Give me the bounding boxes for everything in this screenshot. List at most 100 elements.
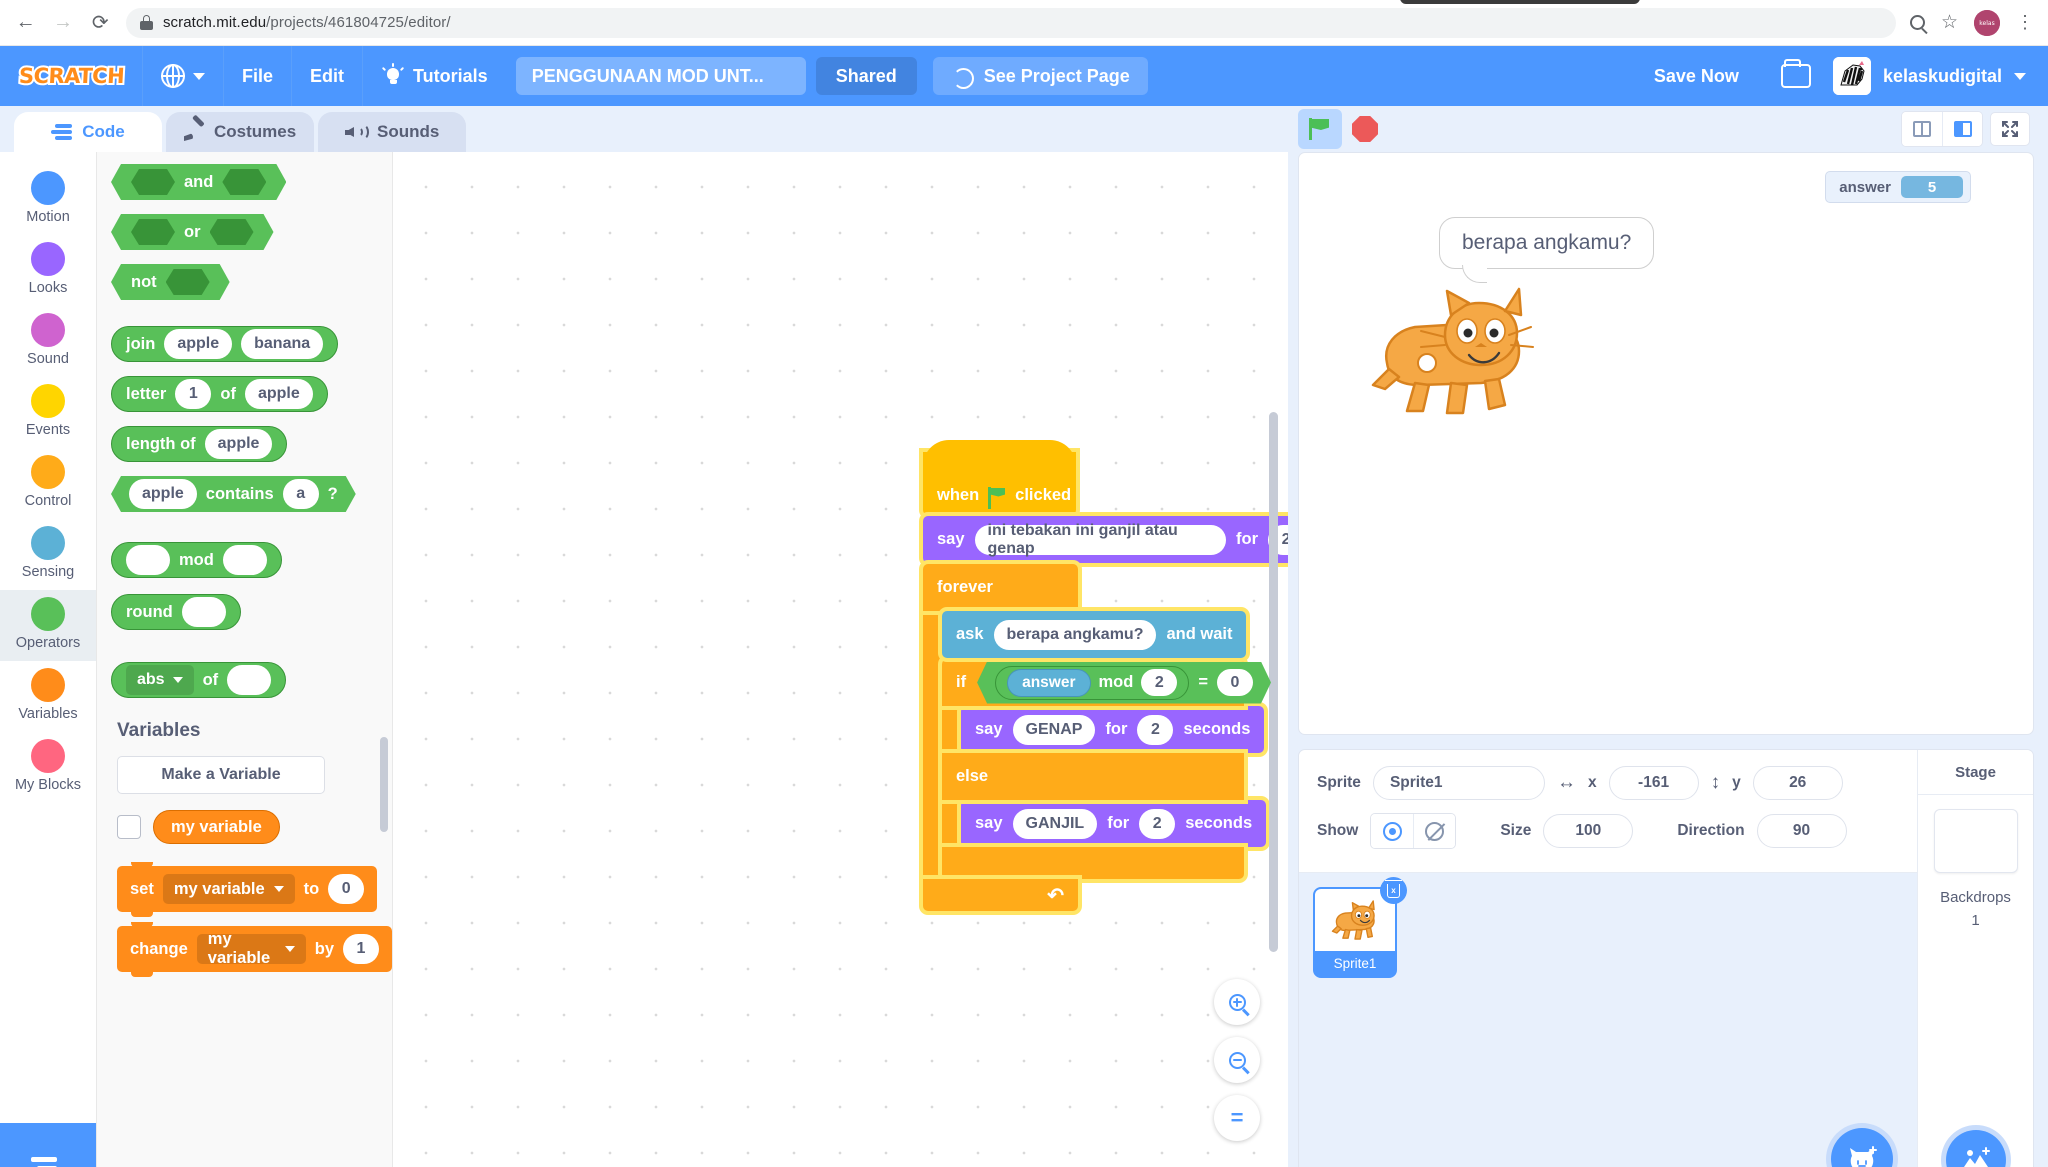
script-stack[interactable]: when clicked say ini tebakan ini ganjil … xyxy=(923,452,1288,911)
zoom-reset-button[interactable]: = xyxy=(1214,1095,1260,1141)
sprite-name-input[interactable]: Sprite1 xyxy=(1373,766,1545,800)
block-palette[interactable]: and or not join app xyxy=(96,152,392,1167)
reload-icon[interactable]: ⟳ xyxy=(89,8,112,38)
set-variable-block[interactable]: set my variable to 0 xyxy=(117,866,377,912)
change-variable-dropdown[interactable]: my variable xyxy=(197,934,306,964)
sidebar-item-motion[interactable]: Motion xyxy=(0,164,96,235)
palette-block-set-var[interactable]: set my variable to 0 xyxy=(117,866,392,912)
code-workspace[interactable]: = 50 answer mod when xyxy=(392,152,1288,1167)
palette-block-length-of[interactable]: length of apple xyxy=(111,426,392,462)
shared-button[interactable]: Shared xyxy=(816,57,917,95)
say-message-input[interactable]: GANJIL xyxy=(1013,809,1098,839)
answer-reporter[interactable]: answer xyxy=(1007,669,1090,697)
palette-scrollbar[interactable] xyxy=(380,737,388,832)
and-block[interactable]: and xyxy=(111,164,286,200)
mod-input-b[interactable] xyxy=(223,545,267,575)
say-message-input[interactable]: ini tebakan ini ganjil atau genap xyxy=(975,525,1227,555)
when-flag-clicked-block[interactable]: when clicked xyxy=(923,452,1076,515)
length-of-block[interactable]: length of apple xyxy=(111,426,287,462)
palette-block-letter-of[interactable]: letter 1 of apple xyxy=(111,376,392,412)
backdrop-thumbnail[interactable] xyxy=(1934,809,2018,873)
mathop-dropdown[interactable]: abs xyxy=(126,665,194,695)
project-title-input[interactable]: PENGGUNAAN MOD UNT... xyxy=(516,57,806,95)
see-project-page-button[interactable]: See Project Page xyxy=(933,57,1148,95)
forever-block[interactable]: forever ask berapa angkamu? and wait xyxy=(923,564,1288,911)
palette-block-or[interactable]: or xyxy=(111,214,392,250)
say-ganjil-block[interactable]: say GANJIL for 2 seconds xyxy=(961,800,1266,847)
scratch-logo[interactable]: SCRATCH xyxy=(18,57,126,95)
small-stage-icon[interactable] xyxy=(1902,112,1942,146)
add-sprite-icon[interactable] xyxy=(1831,1128,1893,1167)
palette-block-and[interactable]: and xyxy=(111,164,392,200)
mod-divisor-input[interactable]: 2 xyxy=(1141,669,1177,696)
tab-code[interactable]: Code xyxy=(14,112,162,152)
account-menu[interactable]: kelaskudigital xyxy=(1833,57,2048,95)
browser-tab-stub[interactable] xyxy=(1400,0,1640,4)
add-backdrop-icon[interactable] xyxy=(1946,1130,2006,1167)
join-input-b[interactable]: banana xyxy=(241,329,323,359)
y-input[interactable]: 26 xyxy=(1753,766,1843,800)
language-menu[interactable] xyxy=(143,46,223,106)
tab-costumes[interactable]: Costumes xyxy=(166,112,314,152)
letter-of-block[interactable]: letter 1 of apple xyxy=(111,376,328,412)
set-value-input[interactable]: 0 xyxy=(328,874,364,904)
browser-menu-icon[interactable]: ⋮ xyxy=(2016,17,2034,28)
say-message-input[interactable]: GENAP xyxy=(1013,715,1096,745)
answer-monitor[interactable]: answer 5 xyxy=(1825,171,1971,203)
forward-arrow-icon[interactable]: → xyxy=(51,8,74,38)
sidebar-item-operators[interactable]: Operators xyxy=(0,590,96,661)
palette-block-not[interactable]: not xyxy=(111,264,392,300)
sidebar-item-sound[interactable]: Sound xyxy=(0,306,96,377)
say-seconds-input[interactable]: 2 xyxy=(1139,809,1175,839)
make-a-variable-button[interactable]: Make a Variable xyxy=(117,756,325,794)
x-input[interactable]: -161 xyxy=(1609,766,1699,800)
boolean-slot[interactable] xyxy=(166,269,210,295)
sidebar-item-sensing[interactable]: Sensing xyxy=(0,519,96,590)
size-input[interactable]: 100 xyxy=(1543,814,1633,848)
if-header[interactable]: if answer mod 2 = 0 xyxy=(942,659,1244,706)
tutorials-button[interactable]: Tutorials xyxy=(363,46,506,106)
abs-input[interactable] xyxy=(227,665,271,695)
say-genap-block[interactable]: say GENAP for 2 seconds xyxy=(961,706,1264,753)
palette-block-join[interactable]: join apple banana xyxy=(111,326,392,362)
equals-value-input[interactable]: 0 xyxy=(1217,669,1253,696)
set-variable-dropdown[interactable]: my variable xyxy=(163,874,295,904)
sprite-list[interactable]: x xyxy=(1299,873,1917,1167)
change-value-input[interactable]: 1 xyxy=(343,934,379,964)
ask-and-wait-block[interactable]: ask berapa angkamu? and wait xyxy=(942,611,1246,658)
sidebar-item-control[interactable]: Control xyxy=(0,448,96,519)
letter-index-input[interactable]: 1 xyxy=(175,379,211,409)
change-variable-block[interactable]: change my variable by 1 xyxy=(117,926,392,972)
length-input[interactable]: apple xyxy=(205,429,273,459)
sidebar-item-events[interactable]: Events xyxy=(0,377,96,448)
zoom-in-button[interactable] xyxy=(1214,979,1260,1025)
address-bar[interactable]: scratch.mit.edu/projects/461804725/edito… xyxy=(126,8,1896,38)
mod-block[interactable]: mod xyxy=(111,542,282,578)
sidebar-item-my-blocks[interactable]: My Blocks xyxy=(0,732,96,803)
join-input-a[interactable]: apple xyxy=(164,329,232,359)
trash-icon[interactable]: x xyxy=(1380,877,1407,904)
variable-checkbox[interactable] xyxy=(117,815,141,839)
search-icon[interactable] xyxy=(1910,15,1925,30)
not-block[interactable]: not xyxy=(111,264,230,300)
tab-sounds[interactable]: Sounds xyxy=(318,112,466,152)
palette-block-mod[interactable]: mod xyxy=(111,542,392,580)
bookmark-star-icon[interactable]: ☆ xyxy=(1941,13,1958,32)
boolean-slot[interactable] xyxy=(210,219,254,245)
stop-icon[interactable] xyxy=(1352,116,1378,142)
eye-icon[interactable] xyxy=(1371,814,1413,848)
folder-icon[interactable] xyxy=(1781,64,1811,88)
direction-input[interactable]: 90 xyxy=(1757,814,1847,848)
forever-header[interactable]: forever xyxy=(923,564,1078,611)
else-header[interactable]: else xyxy=(942,753,1244,800)
mod-input-a[interactable] xyxy=(126,545,170,575)
palette-block-mathop[interactable]: abs of xyxy=(111,662,392,698)
sidebar-item-variables[interactable]: Variables xyxy=(0,661,96,732)
back-arrow-icon[interactable]: ← xyxy=(14,8,37,38)
boolean-slot[interactable] xyxy=(131,169,175,195)
palette-block-round[interactable]: round xyxy=(111,594,392,630)
abs-of-block[interactable]: abs of xyxy=(111,662,286,698)
cat-sprite[interactable] xyxy=(1359,273,1549,433)
round-block[interactable]: round xyxy=(111,594,241,630)
or-block[interactable]: or xyxy=(111,214,274,250)
